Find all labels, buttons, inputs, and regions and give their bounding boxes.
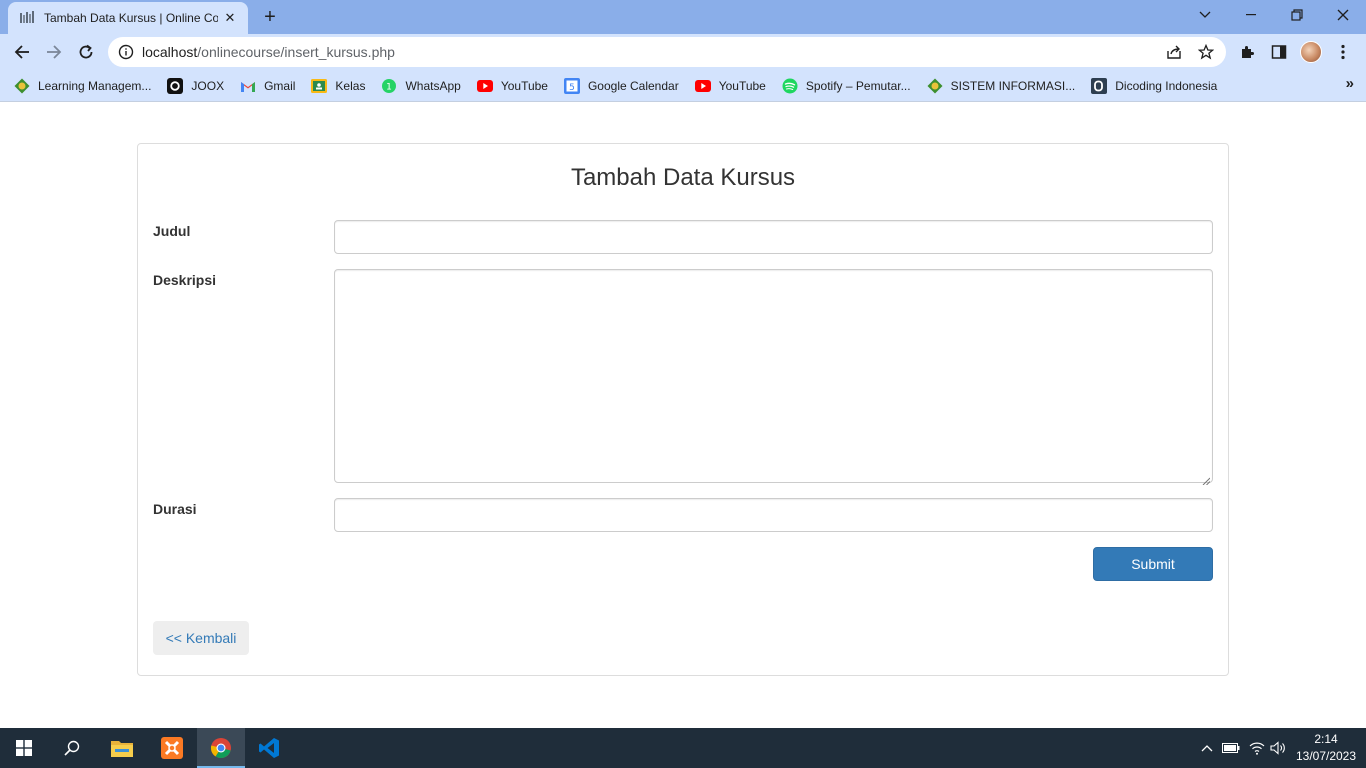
search-icon[interactable] [48, 728, 96, 768]
browser-titlebar: Tambah Data Kursus | Online Cou ✕ + [0, 0, 1366, 34]
judul-label: Judul [153, 223, 191, 239]
deskripsi-label: Deskripsi [153, 272, 217, 288]
bookmark-sistem-informasi[interactable]: SISTEM INFORMASI... [927, 73, 1092, 99]
bookmark-learning-management[interactable]: Learning Managem... [14, 73, 167, 99]
back-arrow-icon[interactable] [8, 38, 36, 66]
address-bar[interactable]: localhost/onlinecourse/insert_kursus.php [108, 37, 1226, 67]
bookmark-label: YouTube [718, 79, 766, 93]
url-path: /onlinecourse/insert_kursus.php [197, 44, 395, 60]
tab-close-icon[interactable]: ✕ [222, 10, 238, 26]
browser-toolbar: localhost/onlinecourse/insert_kursus.php [0, 34, 1366, 71]
whatsapp-icon: 1 [381, 78, 397, 94]
joox-icon [167, 78, 184, 94]
bookmark-label: Kelas [335, 79, 366, 93]
bookmark-joox[interactable]: JOOX [167, 73, 240, 99]
svg-text:5: 5 [569, 83, 575, 93]
deskripsi-textarea[interactable] [334, 269, 1213, 486]
share-icon[interactable] [1162, 40, 1186, 64]
wifi-icon[interactable] [1246, 728, 1268, 768]
file-explorer-icon[interactable] [98, 728, 146, 768]
chrome-taskbar-icon[interactable] [197, 728, 245, 768]
bookmark-label: Gmail [264, 79, 296, 93]
calendar-icon: 5 [563, 78, 580, 94]
url-text: localhost/onlinecourse/insert_kursus.php [142, 44, 1162, 60]
campus-logo-icon [14, 78, 30, 94]
spotify-icon [782, 78, 798, 94]
bookmark-gmail[interactable]: Gmail [240, 73, 311, 99]
classroom-icon [311, 78, 328, 94]
url-host: localhost [142, 44, 198, 60]
bookmark-label: Dicoding Indonesia [1115, 79, 1218, 93]
bookmarks-bar: Learning Managem... JOOX Gmail Kelas 1 W… [0, 71, 1366, 102]
bookmark-youtube-2[interactable]: YouTube [694, 73, 782, 99]
bookmark-label: Google Calendar [587, 79, 679, 93]
battery-icon[interactable] [1220, 728, 1242, 768]
bookmark-google-calendar[interactable]: 5 Google Calendar [563, 73, 695, 99]
bookmark-star-icon[interactable] [1194, 40, 1218, 64]
resize-grip-icon[interactable] [1202, 472, 1211, 486]
close-window-icon[interactable] [1320, 0, 1366, 30]
reload-icon[interactable] [72, 38, 100, 66]
bookmark-youtube[interactable]: YouTube [476, 73, 564, 99]
minimize-icon[interactable] [1228, 0, 1274, 30]
durasi-label: Durasi [153, 501, 197, 517]
judul-input[interactable] [334, 220, 1213, 254]
restore-icon[interactable] [1274, 0, 1320, 30]
bookmark-label: Learning Managem... [38, 79, 152, 93]
taskbar-clock[interactable]: 2:14 13/07/2023 [1290, 731, 1362, 765]
insert-course-panel: Tambah Data Kursus Judul Deskripsi Duras… [137, 143, 1229, 676]
side-panel-icon[interactable] [1266, 39, 1292, 65]
youtube-icon [694, 78, 711, 94]
campus-logo-icon [927, 78, 943, 94]
bookmark-whatsapp[interactable]: 1 WhatsApp [381, 73, 476, 99]
site-favicon-icon [20, 10, 36, 26]
clock-date: 13/07/2023 [1295, 749, 1357, 763]
extensions-icon[interactable] [1234, 39, 1260, 65]
tab-title: Tambah Data Kursus | Online Cou [44, 11, 218, 25]
bookmark-kelas[interactable]: Kelas [311, 73, 381, 99]
show-hidden-icons-icon[interactable] [1198, 728, 1216, 768]
site-info-icon[interactable] [118, 44, 134, 60]
forward-arrow-icon[interactable] [40, 38, 68, 66]
page-title: Tambah Data Kursus [570, 164, 796, 191]
bookmark-dicoding[interactable]: Dicoding Indonesia [1091, 73, 1233, 99]
durasi-input[interactable] [334, 498, 1213, 532]
youtube-icon [476, 78, 493, 94]
windows-taskbar: 2:14 13/07/2023 [0, 728, 1366, 768]
browser-tab[interactable]: Tambah Data Kursus | Online Cou ✕ [8, 2, 248, 34]
bookmark-spotify[interactable]: Spotify – Pemutar... [782, 73, 927, 99]
xampp-icon[interactable] [148, 728, 196, 768]
bookmark-label: WhatsApp [405, 79, 461, 93]
dicoding-icon [1091, 78, 1108, 94]
back-link-button[interactable]: << Kembali [153, 621, 249, 655]
tab-search-icon[interactable] [1182, 0, 1228, 30]
new-tab-button[interactable]: + [258, 6, 282, 28]
clock-time: 2:14 [1314, 732, 1338, 746]
menu-kebab-icon[interactable] [1330, 39, 1356, 65]
gmail-icon [240, 78, 256, 94]
volume-icon[interactable] [1268, 728, 1290, 768]
bookmark-label: YouTube [500, 79, 548, 93]
submit-button[interactable]: Submit [1093, 547, 1213, 581]
vscode-icon[interactable] [245, 728, 293, 768]
avatar [1300, 41, 1322, 63]
bookmarks-overflow-icon[interactable]: » [1346, 75, 1354, 92]
svg-text:1: 1 [387, 83, 393, 93]
bookmark-label: JOOX [191, 79, 225, 93]
profile-avatar[interactable] [1298, 39, 1324, 65]
bookmark-label: Spotify – Pemutar... [805, 79, 911, 93]
bookmark-label: SISTEM INFORMASI... [950, 79, 1076, 93]
windows-start-icon[interactable] [0, 728, 48, 768]
